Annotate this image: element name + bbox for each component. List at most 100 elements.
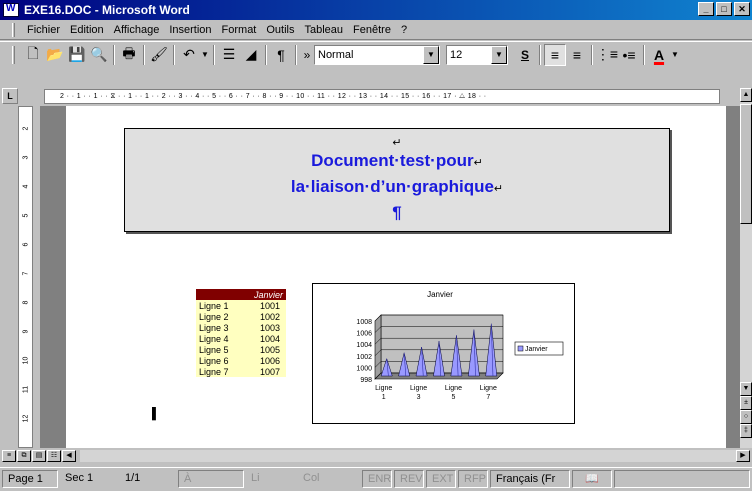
vertical-ruler-number: 8 (22, 300, 30, 305)
chevron-down-icon[interactable]: ▼ (423, 45, 439, 64)
menu-tableau[interactable]: Tableau (300, 24, 349, 36)
undo-icon[interactable]: ↶ (178, 44, 200, 66)
vertical-ruler[interactable]: 2 3 4 5 6 7 8 9 10 11 12 (18, 106, 33, 448)
menu-grip[interactable] (12, 23, 15, 37)
scroll-thumb[interactable] (740, 104, 752, 224)
document-area[interactable]: ↵ Document·test·pour↵ la·liaison·d’un·gr… (40, 106, 740, 448)
return-mark: ↵ (392, 137, 402, 149)
align-center-icon[interactable]: ≡ (566, 44, 588, 66)
normal-view-icon[interactable]: ≡ (2, 450, 16, 462)
vertical-ruler-number: 2 (22, 126, 30, 131)
row-value: 1005 (245, 344, 286, 355)
page-view-icon[interactable]: ▤ (32, 450, 46, 462)
underline-button[interactable]: S (514, 44, 536, 66)
menu-format[interactable]: Format (217, 24, 262, 36)
status-rev[interactable]: REV (394, 469, 424, 488)
drawing-icon[interactable]: ◢ (240, 44, 262, 66)
y-tick-label: 1000 (356, 365, 372, 372)
table-row[interactable]: Ligne 7 1007 (196, 366, 286, 377)
menu-insertion[interactable]: Insertion (164, 24, 216, 36)
document-page[interactable]: ↵ Document·test·pour↵ la·liaison·d’un·gr… (66, 106, 726, 448)
vertical-ruler-number: 5 (22, 213, 30, 218)
menu-fenetre[interactable]: Fenêtre (348, 24, 396, 36)
new-document-icon[interactable]: 🗋 (22, 44, 44, 66)
font-color-icon[interactable]: A (648, 44, 670, 66)
table-row[interactable]: Ligne 5 1005 (196, 344, 286, 355)
bar-chart: Janvier 998 1000 1002 1004 1006 1008 Ligne 1 Lign… (356, 290, 564, 401)
table-row[interactable]: Ligne 1 1001 (196, 300, 286, 311)
save-icon[interactable]: 💾 (66, 44, 88, 66)
toolbar-separator (295, 44, 297, 65)
table-row[interactable]: Ligne 4 1004 (196, 333, 286, 344)
menu-bar: Fichier Edition Affichage Insertion Form… (0, 20, 752, 40)
y-tick-label: 1004 (356, 342, 372, 349)
table-row[interactable]: Ligne 3 1003 (196, 322, 286, 333)
status-bar: Page 1 Sec 1 1/1 À Li Col ENR REV EXT RF… (0, 467, 752, 489)
toolbar-separator (213, 44, 215, 65)
legend-label: Janvier (525, 346, 548, 353)
status-enr[interactable]: ENR (362, 469, 392, 488)
menu-outils[interactable]: Outils (261, 24, 299, 36)
menu-help[interactable]: ? (396, 24, 412, 36)
font-size-value: 12 (450, 48, 463, 61)
print-icon[interactable]: 🖶 (118, 44, 140, 66)
ruler-row: L 2 · · 1 · · 1 · · ⧖ · · 1 · · 1 · · 2 … (0, 88, 752, 106)
font-color-dropdown-icon[interactable]: ▼ (670, 44, 680, 66)
close-button[interactable]: ✕ (734, 2, 750, 16)
next-page-button[interactable]: ‡ (740, 424, 752, 438)
toolbar-overflow-icon[interactable]: » (300, 44, 314, 66)
chart-object[interactable]: Janvier 998 1000 1002 1004 1006 1008 Ligne 1 Lign… (312, 283, 575, 424)
menu-affichage[interactable]: Affichage (109, 24, 165, 36)
row-label: Ligne 1 (196, 300, 246, 311)
x-tick-label: 1 (382, 394, 386, 401)
scroll-up-button[interactable]: ▲ (740, 88, 752, 102)
previous-page-button[interactable]: ± (740, 396, 752, 410)
menu-edition[interactable]: Edition (65, 24, 109, 36)
scroll-left-button[interactable]: ◀ (62, 450, 76, 462)
toolbar-grip[interactable] (12, 46, 15, 64)
status-ext[interactable]: EXT (426, 469, 456, 488)
chevron-down-icon[interactable]: ▼ (491, 45, 507, 64)
scroll-right-button[interactable]: ▶ (736, 450, 750, 462)
horizontal-scrollbar[interactable] (80, 450, 740, 462)
y-tick-label: 1002 (356, 354, 372, 361)
vertical-scrollbar[interactable]: ▲ ▼ ± ○ ‡ (740, 88, 752, 448)
align-left-icon[interactable]: ≡ (544, 43, 566, 66)
horizontal-ruler[interactable]: 2 · · 1 · · 1 · · ⧖ · · 1 · · 1 · · 2 · … (44, 89, 720, 104)
scroll-down-button[interactable]: ▼ (740, 382, 752, 396)
show-paragraph-icon[interactable]: ¶ (270, 44, 292, 66)
outline-view-icon[interactable]: ☷ (47, 450, 61, 462)
numbered-list-icon[interactable]: ⋮≡ (596, 44, 618, 66)
x-tick-label: 3 (417, 394, 421, 401)
status-empty-field (614, 469, 750, 488)
open-folder-icon[interactable]: 📂 (44, 44, 66, 66)
x-tick-label: Ligne (410, 385, 427, 392)
title-frame[interactable]: ↵ Document·test·pour↵ la·liaison·d’un·gr… (124, 128, 670, 232)
bulleted-list-icon[interactable]: •≡ (618, 44, 640, 66)
maximize-button[interactable]: □ (716, 2, 732, 16)
y-tick-label: 1006 (356, 331, 372, 338)
style-select[interactable]: Normal ▼ (314, 44, 440, 65)
end-of-document-mark: ▌ (152, 408, 160, 420)
print-preview-icon[interactable]: 🔍 (88, 44, 110, 66)
word-app-icon[interactable] (3, 3, 19, 17)
paragraph-mark: ¶ (392, 203, 402, 222)
title-line-2: la·liaison·d’un·graphique (290, 177, 494, 196)
undo-dropdown-icon[interactable]: ▼ (200, 44, 210, 66)
select-browse-object-button[interactable]: ○ (740, 410, 752, 424)
minimize-button[interactable]: _ (698, 2, 714, 16)
table-row[interactable]: Ligne 2 1002 (196, 311, 286, 322)
table-row[interactable]: Ligne 6 1006 (196, 355, 286, 366)
spelling-status-icon[interactable]: 📖 (572, 469, 612, 488)
tab-selector-icon[interactable]: L (2, 88, 18, 104)
title-bar: EXE16.DOC - Microsoft Word _ □ ✕ (0, 0, 752, 20)
vertical-ruler-number: 4 (22, 184, 30, 189)
font-size-select[interactable]: 12 ▼ (446, 44, 508, 65)
menu-fichier[interactable]: Fichier (22, 24, 65, 36)
format-painter-icon[interactable]: 🖌 (148, 44, 170, 66)
data-table[interactable]: Janvier Ligne 1 1001 Ligne 2 1002 Ligne 3 100… (196, 289, 286, 377)
columns-icon[interactable]: ☰ (218, 44, 240, 66)
status-language[interactable]: Français (Fr (490, 469, 570, 488)
status-rfp[interactable]: RFP (458, 469, 488, 488)
web-view-icon[interactable]: ⧉ (17, 450, 31, 462)
